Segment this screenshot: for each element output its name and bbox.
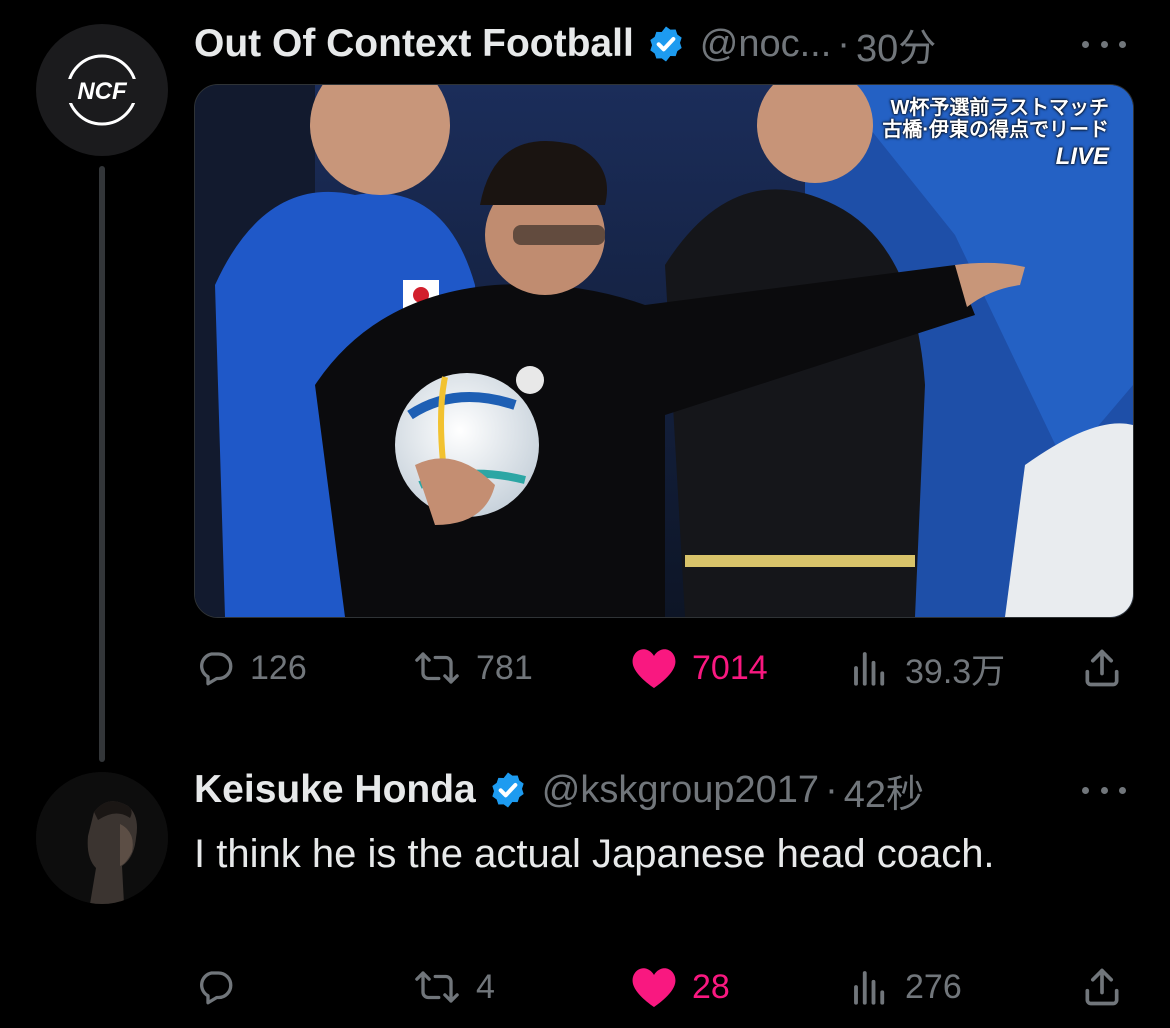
share-icon bbox=[1085, 649, 1119, 687]
caption-line-2: 古橋·伊東の得点でリード bbox=[882, 119, 1109, 142]
live-label: LIVE bbox=[1055, 142, 1109, 170]
views-button[interactable]: 276 bbox=[849, 962, 962, 1012]
tweet-more-icon[interactable] bbox=[1082, 38, 1126, 50]
reply-author-avatar[interactable] bbox=[36, 772, 168, 904]
reply-body-text: I think he is the actual Japanese head c… bbox=[194, 832, 995, 876]
like-count: 28 bbox=[692, 967, 730, 1006]
separator-dot: · bbox=[837, 22, 850, 65]
verified-badge-icon bbox=[650, 26, 682, 62]
reply-handle[interactable]: @kskgroup2017 bbox=[542, 769, 819, 812]
like-icon bbox=[632, 968, 676, 1007]
reply-button[interactable] bbox=[194, 962, 250, 1012]
thread-line bbox=[99, 166, 105, 762]
reply-header: Keisuke Honda @kskgroup2017 · 42秒 bbox=[194, 766, 924, 816]
share-button[interactable] bbox=[1080, 962, 1124, 1012]
retweet-icon bbox=[415, 971, 459, 1003]
like-count: 7014 bbox=[692, 648, 768, 687]
verified-badge-icon bbox=[492, 772, 524, 808]
reply-count: 126 bbox=[250, 648, 307, 687]
ncf-logo-text: NCF bbox=[77, 78, 128, 105]
retweet-icon bbox=[415, 652, 459, 684]
retweet-button[interactable]: 781 bbox=[412, 643, 533, 693]
portrait-silhouette bbox=[36, 772, 168, 904]
views-count: 39.3万 bbox=[905, 652, 1006, 691]
retweet-count: 4 bbox=[476, 967, 495, 1006]
reply-author-name[interactable]: Keisuke Honda bbox=[194, 768, 476, 812]
tv-caption-overlay: W杯予選前ラストマッチ 古橋·伊東の得点でリード LIVE bbox=[882, 97, 1109, 171]
like-icon bbox=[632, 649, 676, 688]
tweet-media-image[interactable]: W杯予選前ラストマッチ 古橋·伊東の得点でリード LIVE bbox=[194, 84, 1134, 618]
tweet-handle[interactable]: @noc... bbox=[700, 23, 832, 66]
reply-action-bar: 4 28 276 bbox=[194, 962, 1132, 1012]
share-icon bbox=[1085, 968, 1119, 1006]
views-icon bbox=[854, 971, 885, 1005]
share-button[interactable] bbox=[1080, 643, 1124, 693]
tweet-action-bar: 126 781 7014 39.3万 bbox=[194, 643, 1132, 693]
views-button[interactable]: 39.3万 bbox=[849, 643, 1005, 693]
like-button[interactable]: 28 bbox=[630, 962, 730, 1012]
tweet-timestamp[interactable]: 30分 bbox=[856, 17, 936, 72]
tweet-author-avatar[interactable]: NCF bbox=[36, 24, 168, 156]
reply-timestamp[interactable]: 42秒 bbox=[844, 763, 924, 818]
views-icon bbox=[854, 652, 885, 686]
reply-icon bbox=[199, 652, 233, 686]
caption-line-1: W杯予選前ラストマッチ bbox=[890, 97, 1109, 119]
tweet-header: Out Of Context Football @noc... · 30分 bbox=[194, 20, 936, 70]
reply-more-icon[interactable] bbox=[1082, 784, 1126, 796]
retweet-count: 781 bbox=[476, 648, 533, 687]
reply-icon bbox=[199, 971, 233, 1005]
ncf-logo: NCF bbox=[64, 54, 140, 126]
separator-dot: · bbox=[825, 768, 838, 811]
like-button[interactable]: 7014 bbox=[630, 643, 768, 693]
tweet-author-name[interactable]: Out Of Context Football bbox=[194, 22, 634, 66]
retweet-button[interactable]: 4 bbox=[412, 962, 495, 1012]
reply-button[interactable]: 126 bbox=[194, 643, 307, 693]
views-count: 276 bbox=[905, 967, 962, 1006]
